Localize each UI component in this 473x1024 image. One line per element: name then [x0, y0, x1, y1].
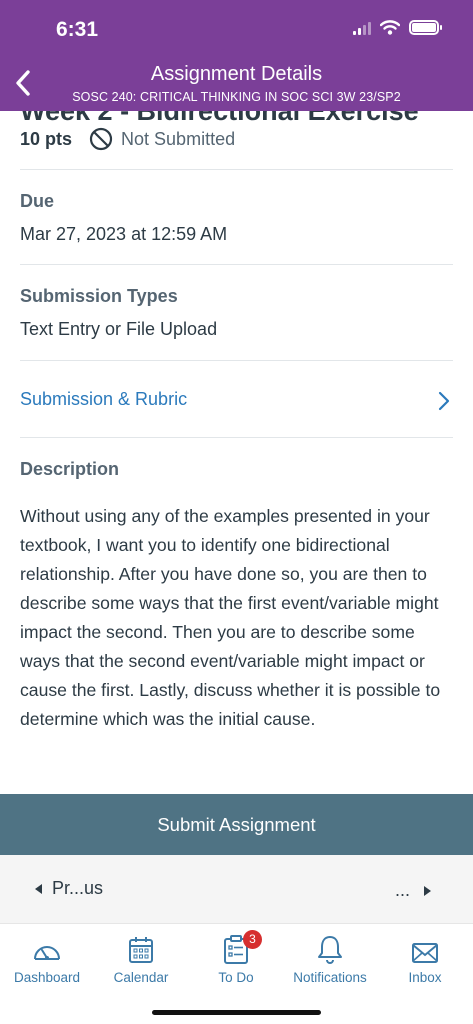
tab-inbox[interactable]: Inbox	[378, 930, 472, 985]
triangle-right-icon	[424, 885, 431, 896]
status-icons	[353, 20, 442, 35]
points-row: 10 pts Not Submitted	[20, 126, 235, 152]
tab-todo[interactable]: 3 To Do	[189, 930, 283, 985]
submission-rubric-link[interactable]: Submission & Rubric	[20, 389, 187, 410]
page-title: Assignment Details	[150, 63, 323, 85]
next-button[interactable]: ...	[395, 880, 431, 901]
tab-label: Calendar	[113, 970, 169, 985]
calendar-icon	[129, 937, 153, 963]
submission-rubric-row[interactable]: Submission & Rubric	[0, 381, 473, 421]
submission-types-value: Text Entry or File Upload	[20, 319, 218, 339]
signal-icon	[353, 21, 371, 35]
previous-button[interactable]: Pr...us	[35, 878, 103, 899]
chevron-right-icon	[438, 391, 450, 411]
submit-assignment-button[interactable]: Submit Assignment	[0, 794, 473, 855]
divider	[20, 169, 453, 170]
previous-label: Pr...us	[52, 878, 104, 898]
app-header: 6:31 Assignment Details SOSC 240: CRITIC…	[0, 0, 473, 111]
triangle-left-icon	[35, 883, 42, 894]
description-text: Without using any of the examples presen…	[20, 506, 441, 729]
tab-label: Dashboard	[13, 970, 81, 985]
todo-count-badge: 3	[243, 930, 262, 949]
submission-status: Not Submitted	[121, 128, 236, 149]
tab-notifications[interactable]: Notifications	[283, 930, 377, 985]
pager-bar: Pr...us ...	[0, 855, 473, 923]
divider	[20, 264, 453, 265]
dashboard-icon	[34, 946, 60, 960]
divider	[20, 437, 453, 438]
due-label: Due	[20, 191, 55, 211]
description-label: Description	[20, 459, 120, 479]
submission-types-label: Submission Types	[20, 286, 178, 306]
status-time: 6:31	[56, 18, 99, 41]
bell-icon	[318, 936, 342, 964]
course-subtitle: SOSC 240: CRITICAL THINKING IN SOC SCI 3…	[72, 90, 401, 104]
next-label: ...	[394, 880, 410, 900]
tab-dashboard[interactable]: Dashboard	[0, 930, 94, 985]
tab-label: To Do	[218, 970, 254, 985]
wifi-icon	[380, 20, 400, 35]
divider	[20, 360, 453, 361]
inbox-icon	[412, 943, 438, 963]
home-indicator	[152, 1010, 321, 1015]
battery-icon	[409, 20, 442, 35]
tab-label: Notifications	[293, 970, 367, 985]
not-submitted-icon	[89, 127, 113, 151]
tab-calendar[interactable]: Calendar	[94, 930, 188, 985]
points-value: 10 pts	[20, 128, 73, 149]
tab-label: Inbox	[408, 970, 442, 985]
bottom-tab-bar: Dashboard Calendar 3 To Do Notifications…	[0, 923, 473, 1024]
submit-assignment-label: Submit Assignment	[157, 813, 316, 835]
due-value: Mar 27, 2023 at 12:59 AM	[20, 224, 228, 244]
